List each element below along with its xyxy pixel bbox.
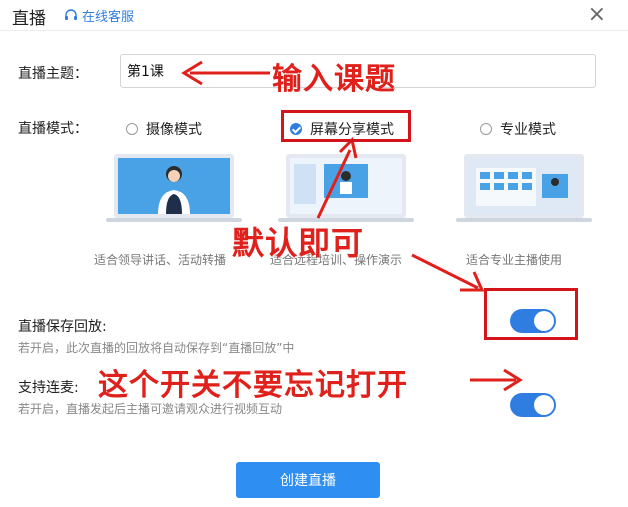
annotation-remember-switch: 这个开关不要忘记打开	[98, 368, 408, 403]
annotation-arrow	[411, 253, 479, 290]
annotation-arrow	[316, 149, 352, 219]
annotation-default-ok: 默认即可	[232, 224, 365, 262]
annotation-input-topic: 输入课题	[272, 62, 396, 97]
annotation-box-screen-share	[281, 110, 411, 142]
annotation-box-save-toggle	[484, 288, 578, 340]
